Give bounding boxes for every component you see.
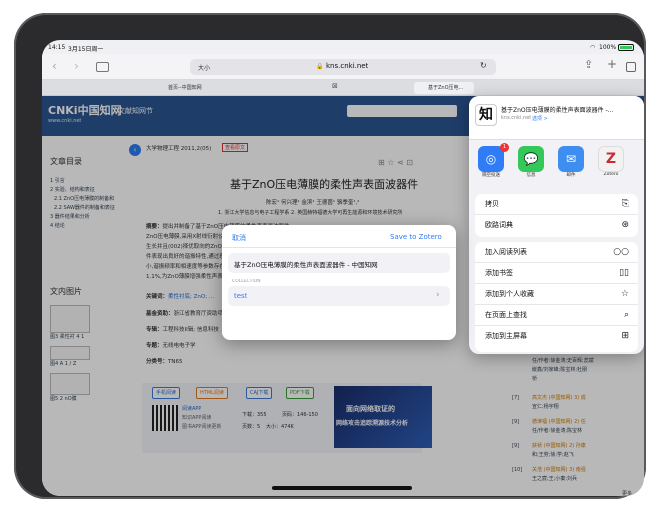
share-title: 基于ZnO压电薄膜的柔性声表面波器件 -... bbox=[501, 107, 614, 114]
site-favicon-icon: 知 bbox=[475, 104, 497, 126]
battery-icon bbox=[618, 44, 634, 51]
glasses-icon: ○○ bbox=[613, 247, 629, 257]
action-label: 添加书签 bbox=[485, 269, 513, 277]
copy-icon: ⎘ bbox=[621, 199, 629, 209]
action-label: 加入阅读列表 bbox=[485, 248, 527, 256]
share-app-zotero[interactable]: Z Zotero bbox=[593, 146, 629, 177]
tab-label: 基于ZnO压电... bbox=[428, 85, 464, 91]
action-bookmark[interactable]: 添加书签 ▯▯ bbox=[475, 263, 638, 284]
action-label: 拷贝 bbox=[485, 200, 499, 208]
status-bar: 14:15 3月15日周一 ◠ 100% bbox=[42, 40, 644, 54]
tab-article[interactable]: 基于ZnO压电... bbox=[414, 82, 474, 94]
options-button[interactable]: 选项 > bbox=[532, 115, 548, 122]
mail-icon: ✉ bbox=[558, 146, 584, 172]
app-label: 信息 bbox=[526, 173, 536, 178]
share-subtitle: kns.cnki.net bbox=[501, 115, 532, 121]
book-icon: ▯▯ bbox=[619, 268, 629, 278]
item-title-text: 基于ZnO压电薄膜的柔性声表面波器件 - 中国知网 bbox=[234, 261, 378, 269]
share-sheet: 知 基于ZnO压电薄膜的柔性声表面波器件 -... kns.cnki.net 选… bbox=[469, 96, 644, 354]
status-date: 3月15日周一 bbox=[68, 46, 104, 53]
back-icon[interactable]: ‹ bbox=[52, 59, 57, 73]
collection-picker[interactable]: test › bbox=[228, 286, 450, 306]
add-square-icon: ⊞ bbox=[621, 331, 629, 341]
wifi-icon: ◠ bbox=[590, 44, 596, 51]
text-size-button[interactable]: 大小 bbox=[198, 63, 210, 72]
cancel-button[interactable]: 取消 bbox=[232, 233, 246, 243]
dictionary-icon: ⊛ bbox=[621, 220, 629, 230]
tabs-overview-icon[interactable] bbox=[626, 62, 636, 72]
share-actions-group-2: 加入阅读列表 ○○ 添加书签 ▯▯ 添加到个人收藏 ☆ 在页面上查找 ⌕ 添加到主屏幕 ⊞ bbox=[475, 242, 638, 352]
url-text: kns.cnki.net bbox=[326, 62, 369, 70]
item-title-field[interactable]: 基于ZnO压电薄膜的柔性声表面波器件 - 中国知网 bbox=[228, 253, 450, 273]
close-tab-icon[interactable]: ⊠ bbox=[332, 82, 338, 90]
status-time: 14:15 bbox=[48, 44, 66, 51]
action-label: 添加到主屏幕 bbox=[485, 332, 527, 340]
tab-cnki-home[interactable]: 首页--中国知网 bbox=[154, 82, 304, 94]
action-add-home-screen[interactable]: 添加到主屏幕 ⊞ bbox=[475, 326, 638, 347]
share-actions-group-1: 拷贝 ⎘ 欧路词典 ⊛ bbox=[475, 194, 638, 237]
share-app-airdrop[interactable]: ◎ 1 隔空投送 bbox=[473, 143, 509, 178]
new-tab-icon[interactable]: + bbox=[607, 57, 617, 71]
collection-header: COLLECTION bbox=[232, 279, 261, 284]
tab-bar: 首页--中国知网 ⊠ 基于ZnO压电... bbox=[42, 80, 644, 96]
address-bar[interactable]: 大小 🔒 kns.cnki.net ↻ bbox=[190, 59, 496, 75]
action-eudic[interactable]: 欧路词典 ⊛ bbox=[475, 215, 638, 236]
reload-icon[interactable]: ↻ bbox=[480, 61, 487, 70]
sidebar-icon[interactable] bbox=[96, 62, 109, 72]
dialog-divider bbox=[222, 247, 456, 248]
share-app-messages[interactable]: 💬 信息 bbox=[513, 146, 549, 178]
status-battery-text: 100% bbox=[599, 44, 617, 51]
action-favorites[interactable]: 添加到个人收藏 ☆ bbox=[475, 284, 638, 305]
share-icon[interactable]: ⇪ bbox=[584, 58, 593, 71]
share-app-mail[interactable]: ✉ 邮件 bbox=[553, 146, 589, 178]
screen: 14:15 3月15日周一 ◠ 100% ‹ › 大小 🔒 kns.cnki.n… bbox=[42, 40, 644, 496]
share-header: 知 基于ZnO压电薄膜的柔性声表面波器件 -... kns.cnki.net 选… bbox=[469, 96, 644, 140]
ipad-frame: 14:15 3月15日周一 ◠ 100% ‹ › 大小 🔒 kns.cnki.n… bbox=[14, 13, 646, 499]
action-label: 欧路词典 bbox=[485, 221, 513, 229]
safari-toolbar: ‹ › 大小 🔒 kns.cnki.net ↻ ⇪ + bbox=[42, 54, 644, 80]
tab-label: 首页--中国知网 bbox=[168, 85, 202, 91]
action-reading-list[interactable]: 加入阅读列表 ○○ bbox=[475, 242, 638, 263]
action-copy[interactable]: 拷贝 ⎘ bbox=[475, 194, 638, 215]
search-icon: ⌕ bbox=[623, 310, 629, 320]
collection-value: test bbox=[234, 292, 248, 300]
messages-icon: 💬 bbox=[518, 146, 544, 172]
lock-icon: 🔒 bbox=[316, 63, 324, 70]
app-label: 隔空投送 bbox=[482, 173, 500, 178]
zotero-save-dialog: 取消 Save to Zotero 基于ZnO压电薄膜的柔性声表面波器件 - 中… bbox=[222, 225, 456, 340]
save-to-zotero-button[interactable]: Save to Zotero bbox=[390, 233, 442, 241]
action-find-on-page[interactable]: 在页面上查找 ⌕ bbox=[475, 305, 638, 326]
chevron-right-icon: › bbox=[436, 290, 440, 300]
app-label: 邮件 bbox=[566, 173, 576, 178]
star-icon: ☆ bbox=[620, 289, 629, 299]
home-indicator[interactable] bbox=[272, 486, 412, 490]
action-label: 添加到个人收藏 bbox=[485, 290, 534, 298]
share-apps-row: ◎ 1 隔空投送 💬 信息 ✉ 邮件 Z Zotero bbox=[469, 143, 644, 190]
forward-icon[interactable]: › bbox=[74, 59, 79, 73]
airdrop-badge: 1 bbox=[500, 143, 509, 152]
app-label: Zotero bbox=[603, 172, 619, 177]
zotero-icon: Z bbox=[598, 146, 624, 172]
action-label: 在页面上查找 bbox=[485, 311, 527, 319]
